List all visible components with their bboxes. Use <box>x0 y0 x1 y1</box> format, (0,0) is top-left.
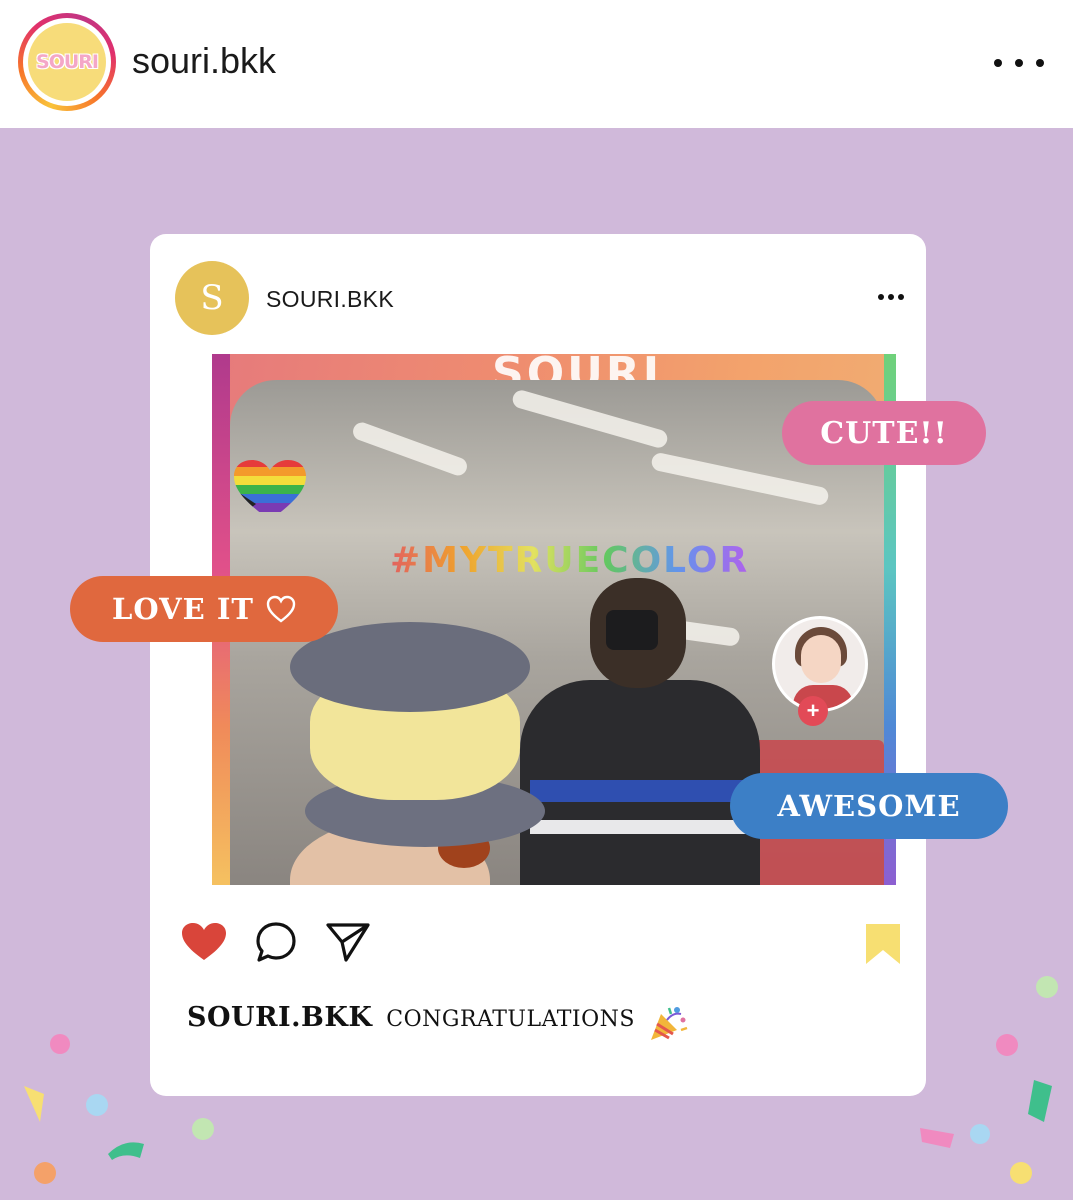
confetti-streamer <box>108 1142 144 1160</box>
confetti-dot <box>192 1118 214 1140</box>
card-caption: SOURI.BKK CONGRATULATIONS <box>187 1002 689 1044</box>
cute-sticker-label: CUTE!! <box>820 415 948 451</box>
confetti-streamer <box>920 1128 954 1148</box>
confetti-dot <box>34 1162 56 1184</box>
profile-avatar[interactable]: SOURI <box>18 13 116 111</box>
love-it-sticker-label: LOVE IT <box>112 592 254 626</box>
send-icon <box>324 919 372 965</box>
cute-sticker: CUTE!! <box>782 401 986 465</box>
confetti-streamer <box>1028 1080 1052 1122</box>
confetti-dot <box>50 1034 70 1054</box>
awesome-sticker: AWESOME <box>730 773 1008 839</box>
brand-logo: SOURI <box>28 23 106 101</box>
camera <box>606 610 658 650</box>
brand-logo-text: SOURI <box>36 51 99 73</box>
rainbow-heart-sticker <box>234 460 306 520</box>
confetti-dot <box>86 1094 108 1116</box>
jacket-stripe <box>530 820 750 834</box>
more-dot <box>994 59 1002 67</box>
heart-outline-icon <box>266 595 296 623</box>
more-dot <box>1036 59 1044 67</box>
card-avatar: S <box>175 261 249 335</box>
ceiling-light <box>510 388 670 450</box>
card-username: SOURI.BKK <box>266 286 394 312</box>
confetti-dot <box>970 1124 990 1144</box>
post-image[interactable]: S SOURI.BKK SOURI #MYTRUECOLOR + SOURI.B… <box>0 128 1073 1200</box>
jacket-stripe <box>530 780 750 802</box>
bookmark-icon <box>866 924 900 964</box>
more-dot <box>1015 59 1023 67</box>
more-dot <box>888 294 894 300</box>
heart-filled-icon <box>180 919 228 965</box>
character-face <box>801 635 841 683</box>
confetti-dot <box>996 1034 1018 1056</box>
ceiling-light <box>350 420 470 478</box>
caption-text: CONGRATULATIONS <box>386 1007 635 1032</box>
comment-icon <box>252 919 300 965</box>
post-header: SOURI souri.bkk <box>0 0 1073 128</box>
confetti-streamer <box>24 1086 44 1122</box>
caption-username: SOURI.BKK <box>187 1002 373 1033</box>
neon-sign-text: #MYTRUECOLOR <box>390 540 750 581</box>
more-options-icon[interactable] <box>994 48 1044 78</box>
more-dot <box>898 294 904 300</box>
card-more-icon <box>878 294 904 302</box>
post-card-mockup: S SOURI.BKK SOURI #MYTRUECOLOR + SOURI.B… <box>150 234 926 1096</box>
party-popper-icon <box>650 1007 688 1040</box>
love-it-sticker: LOVE IT <box>70 576 338 642</box>
more-dot <box>878 294 884 300</box>
confetti-dot <box>1010 1162 1032 1184</box>
card-actions <box>180 919 396 965</box>
awesome-sticker-label: AWESOME <box>777 789 961 823</box>
macaron-top-shell <box>290 622 530 712</box>
confetti-dot <box>1036 976 1058 998</box>
add-icon: + <box>798 696 828 726</box>
profile-username[interactable]: souri.bkk <box>132 40 276 82</box>
avatar-ring: SOURI <box>23 18 111 106</box>
